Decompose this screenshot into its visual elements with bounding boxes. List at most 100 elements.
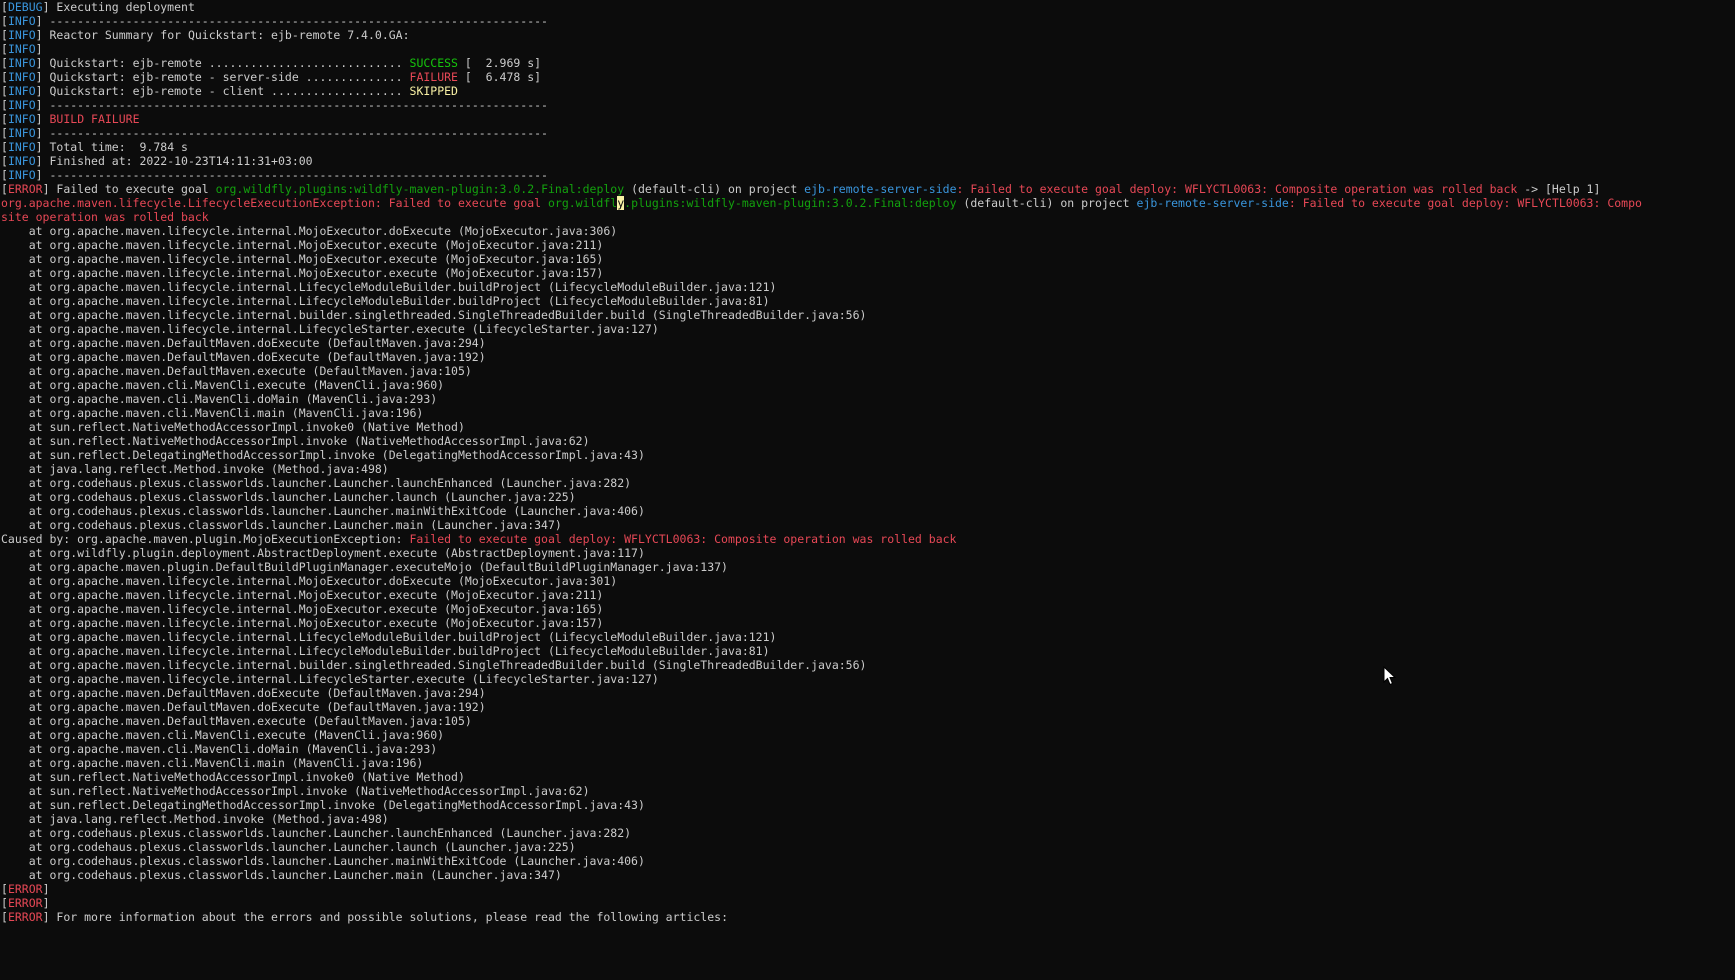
terminal-line: at org.apache.maven.cli.MavenCli.execute… [1, 728, 1735, 742]
terminal-line: at org.apache.maven.lifecycle.internal.b… [1, 308, 1735, 322]
terminal-line: org.apache.maven.lifecycle.LifecycleExec… [1, 196, 1735, 210]
line-segment: ] --------------------------------------… [35, 168, 548, 182]
line-segment: Caused by: org.apache.maven.plugin.MojoE… [1, 532, 410, 546]
line-segment: INFO [7, 42, 36, 56]
line-segment: org.apache.maven.lifecycle.LifecycleExec… [1, 196, 375, 210]
terminal-line: at sun.reflect.NativeMethodAccessorImpl.… [1, 770, 1735, 784]
line-segment: at org.apache.maven.lifecycle.internal.M… [1, 602, 604, 616]
terminal-line: [ERROR] For more information about the e… [1, 910, 1735, 924]
terminal-line: at java.lang.reflect.Method.invoke (Meth… [1, 812, 1735, 826]
line-segment: at sun.reflect.NativeMethodAccessorImpl.… [1, 784, 590, 798]
terminal-line: [INFO] BUILD FAILURE [1, 112, 1735, 126]
line-segment: INFO [7, 112, 36, 126]
line-segment: ] Reactor Summary for Quickstart: ejb-re… [35, 28, 410, 42]
line-segment: [ [1, 70, 8, 84]
line-segment: INFO [7, 140, 36, 154]
terminal-line: at org.codehaus.plexus.classworlds.launc… [1, 840, 1735, 854]
terminal-line: at org.codehaus.plexus.classworlds.launc… [1, 476, 1735, 490]
terminal-line: [INFO] Total time: 9.784 s [1, 140, 1735, 154]
line-segment: ] --------------------------------------… [35, 14, 548, 28]
line-segment: ERROR [7, 882, 43, 896]
line-segment: -> [Help 1] [1517, 182, 1601, 196]
line-segment: at org.apache.maven.DefaultMaven.doExecu… [1, 350, 486, 364]
line-segment: [ [1, 140, 8, 154]
terminal-line: at sun.reflect.DelegatingMethodAccessorI… [1, 448, 1735, 462]
terminal-line: at org.apache.maven.lifecycle.internal.M… [1, 616, 1735, 630]
terminal-line: [DEBUG] Executing deployment [1, 0, 1735, 14]
line-segment: ] [35, 42, 43, 56]
terminal-line: at org.apache.maven.lifecycle.internal.L… [1, 672, 1735, 686]
terminal-line: at org.apache.maven.lifecycle.internal.M… [1, 252, 1735, 266]
line-segment: ] [42, 896, 50, 910]
line-segment: at org.apache.maven.lifecycle.internal.M… [1, 238, 604, 252]
line-segment: at sun.reflect.NativeMethodAccessorImpl.… [1, 434, 590, 448]
line-segment: BUILD FAILURE [49, 112, 140, 126]
mouse-pointer-icon [1383, 665, 1397, 686]
terminal-line: at org.apache.maven.DefaultMaven.execute… [1, 364, 1735, 378]
line-segment: INFO [7, 56, 36, 70]
line-segment: at org.apache.maven.plugin.DefaultBuildP… [1, 560, 728, 574]
line-segment: INFO [7, 28, 36, 42]
line-segment: : Failed to execute goal [374, 196, 548, 210]
terminal-line: at org.codehaus.plexus.classworlds.launc… [1, 868, 1735, 882]
line-segment: ] Failed to execute goal [42, 182, 216, 196]
line-segment: at org.codehaus.plexus.classworlds.launc… [1, 840, 576, 854]
line-segment: [ [1, 56, 8, 70]
terminal-line: at org.apache.maven.lifecycle.internal.M… [1, 574, 1735, 588]
line-segment: ] Quickstart: ejb-remote - server-side .… [35, 70, 410, 84]
line-segment: ] For more information about the errors … [42, 910, 728, 924]
terminal-line: at java.lang.reflect.Method.invoke (Meth… [1, 462, 1735, 476]
line-segment: [ [1, 168, 8, 182]
line-segment: [ [1, 910, 8, 924]
line-segment: at org.apache.maven.cli.MavenCli.main (M… [1, 756, 424, 770]
line-segment: at org.codehaus.plexus.classworlds.launc… [1, 868, 562, 882]
line-segment: [ [1, 0, 8, 14]
terminal-line: at sun.reflect.DelegatingMethodAccessorI… [1, 798, 1735, 812]
line-segment: ] Finished at: 2022-10-23T14:11:31+03:00 [35, 154, 313, 168]
line-segment: DEBUG [7, 0, 43, 14]
line-segment: ERROR [7, 896, 43, 910]
line-segment: ejb-remote-server-side [804, 182, 957, 196]
line-segment: ERROR [7, 182, 43, 196]
line-segment: : Failed to execute goal deploy: WFLYCTL… [1288, 196, 1642, 210]
terminal-line: at org.apache.maven.lifecycle.internal.M… [1, 224, 1735, 238]
line-segment: at org.apache.maven.DefaultMaven.doExecu… [1, 686, 486, 700]
line-segment: at org.apache.maven.DefaultMaven.doExecu… [1, 700, 486, 714]
line-segment: (default-cli) on project [956, 196, 1137, 210]
terminal-line: at org.apache.maven.cli.MavenCli.doMain … [1, 742, 1735, 756]
terminal-window[interactable]: [DEBUG] Executing deployment [INFO] -----… [0, 0, 1735, 980]
terminal-line: at org.apache.maven.cli.MavenCli.execute… [1, 378, 1735, 392]
terminal-line: [INFO] ---------------------------------… [1, 14, 1735, 28]
line-segment: at org.apache.maven.DefaultMaven.execute… [1, 714, 472, 728]
terminal-line: at sun.reflect.NativeMethodAccessorImpl.… [1, 420, 1735, 434]
terminal-line: at sun.reflect.NativeMethodAccessorImpl.… [1, 434, 1735, 448]
line-segment: org.wildfl [547, 196, 618, 210]
line-segment: SKIPPED [409, 84, 458, 98]
terminal-line: at org.apache.maven.lifecycle.internal.M… [1, 588, 1735, 602]
terminal-line: at org.apache.maven.cli.MavenCli.main (M… [1, 756, 1735, 770]
line-segment: site operation was rolled back [1, 210, 209, 224]
line-segment: [ [1, 98, 8, 112]
line-segment: INFO [7, 126, 36, 140]
line-segment: ] Executing deployment [42, 0, 195, 14]
line-segment: at sun.reflect.DelegatingMethodAccessorI… [1, 798, 645, 812]
terminal-line: at org.codehaus.plexus.classworlds.launc… [1, 826, 1735, 840]
line-segment: at java.lang.reflect.Method.invoke (Meth… [1, 812, 389, 826]
terminal-line: at org.codehaus.plexus.classworlds.launc… [1, 504, 1735, 518]
terminal-line: at org.apache.maven.lifecycle.internal.L… [1, 644, 1735, 658]
terminal-line: at org.apache.maven.DefaultMaven.doExecu… [1, 700, 1735, 714]
terminal-line: [ERROR] [1, 896, 1735, 910]
line-segment: at org.codehaus.plexus.classworlds.launc… [1, 518, 562, 532]
line-segment: at org.apache.maven.lifecycle.internal.M… [1, 574, 618, 588]
line-segment: [ 2.969 s] [457, 56, 542, 70]
terminal-line: at org.apache.maven.DefaultMaven.doExecu… [1, 350, 1735, 364]
line-segment: at org.apache.maven.lifecycle.internal.L… [1, 672, 659, 686]
line-segment: at org.apache.maven.lifecycle.internal.b… [1, 658, 867, 672]
terminal-line: Caused by: org.apache.maven.plugin.MojoE… [1, 532, 1735, 546]
line-segment: at org.apache.maven.lifecycle.internal.M… [1, 224, 618, 238]
line-segment: [ [1, 14, 8, 28]
line-segment: at org.apache.maven.DefaultMaven.execute… [1, 364, 472, 378]
terminal-line: [ERROR] [1, 882, 1735, 896]
line-segment: at org.codehaus.plexus.classworlds.launc… [1, 854, 645, 868]
line-segment: [ [1, 28, 8, 42]
